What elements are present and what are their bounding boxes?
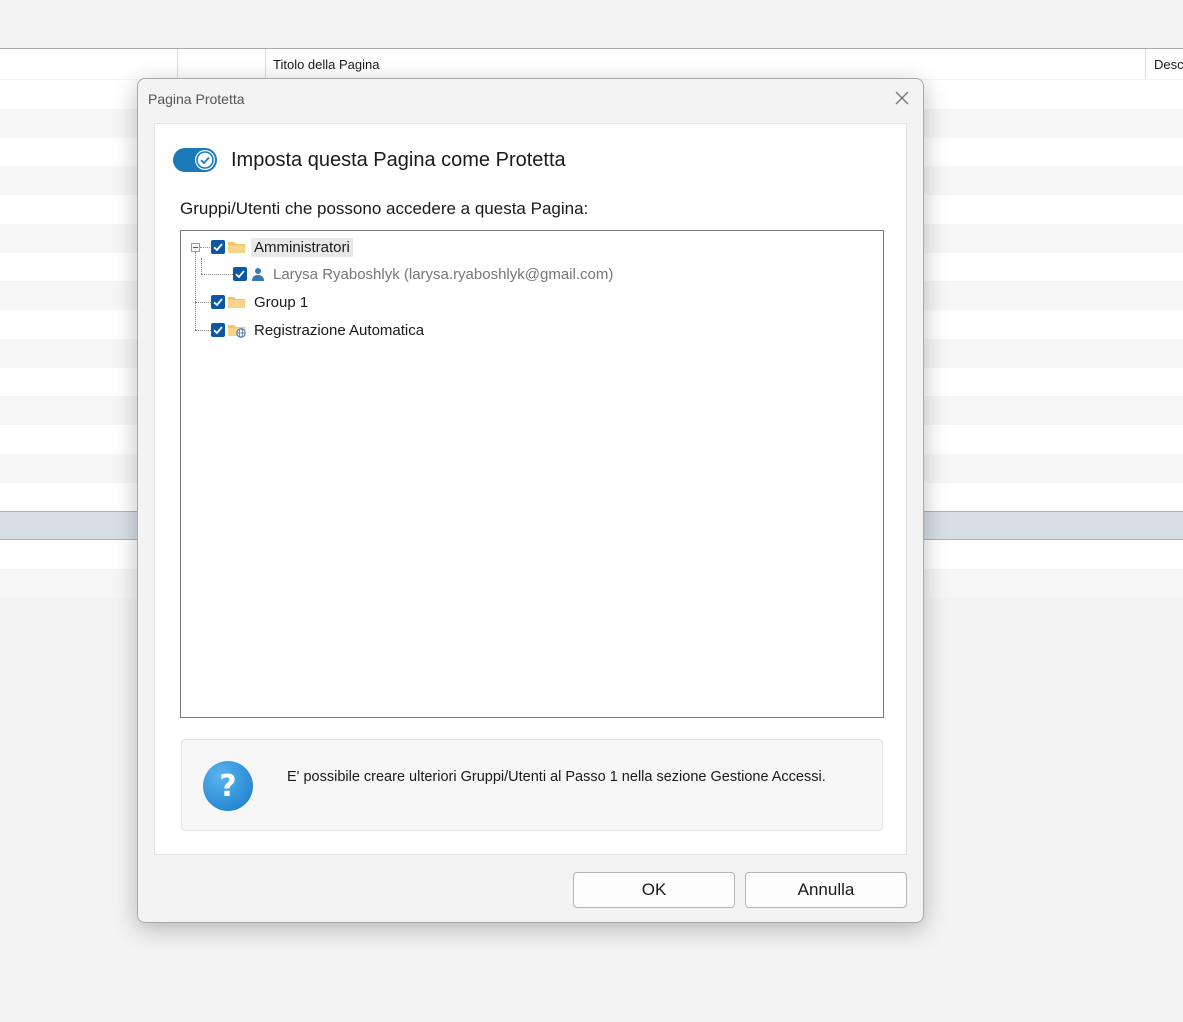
info-text: E' possibile creare ulteriori Gruppi/Ute… [287, 769, 826, 785]
protect-toggle[interactable] [173, 148, 217, 172]
user-icon [252, 268, 264, 281]
background-toolbar [0, 0, 1183, 49]
checkmark-icon [213, 326, 223, 335]
access-label: Gruppi/Utenti che possono accedere a que… [180, 199, 589, 218]
column-separator[interactable] [265, 49, 266, 79]
tree-item-label: Larysa Ryaboshlyk (larysa.ryaboshlyk@gma… [273, 265, 614, 283]
check-circle-icon [196, 151, 214, 169]
checkbox-group-1[interactable] [211, 295, 225, 309]
tree-item-label: Group 1 [254, 293, 309, 311]
tree-item-user[interactable]: Larysa Ryaboshlyk (larysa.ryaboshlyk@gma… [233, 263, 616, 285]
protect-toggle-label: Imposta questa Pagina come Protetta [231, 148, 566, 171]
checkbox-user[interactable] [233, 267, 247, 281]
column-header-description[interactable]: Desc [1154, 57, 1183, 72]
info-box: ? E' possibile creare ulteriori Gruppi/U… [181, 739, 883, 831]
close-icon [895, 91, 909, 105]
column-separator[interactable] [1145, 49, 1146, 79]
protect-toggle-row: Imposta questa Pagina come Protetta [173, 148, 566, 172]
dialog-title: Pagina Protetta [148, 91, 245, 107]
tree-item-registrazione-automatica[interactable]: Registrazione Automatica [211, 319, 427, 341]
column-header-title[interactable]: Titolo della Pagina [273, 57, 379, 72]
folder-globe-icon [228, 325, 246, 338]
checkmark-icon [213, 243, 223, 252]
ok-button[interactable]: OK [573, 872, 735, 908]
dialog-content-panel: Imposta questa Pagina come Protetta Grup… [154, 123, 907, 855]
folder-icon [228, 242, 246, 253]
toggle-knob [195, 150, 215, 170]
tree-item-amministratori[interactable]: Amministratori [211, 236, 353, 258]
checkmark-icon [213, 298, 223, 307]
close-button[interactable] [891, 87, 913, 109]
collapse-expander[interactable] [191, 243, 200, 252]
column-separator[interactable] [177, 49, 178, 79]
access-tree[interactable]: Amministratori Larysa Ryaboshlyk (larysa… [180, 230, 884, 718]
checkmark-icon [235, 270, 245, 279]
help-icon: ? [203, 761, 253, 811]
checkbox-amministratori[interactable] [211, 240, 225, 254]
protected-page-dialog: Pagina Protetta Imposta questa Pagina co… [137, 78, 924, 923]
tree-item-label: Registrazione Automatica [254, 321, 425, 339]
checkbox-registrazione-automatica[interactable] [211, 323, 225, 337]
tree-item-group-1[interactable]: Group 1 [211, 291, 311, 313]
cancel-button[interactable]: Annulla [745, 872, 907, 908]
tree-item-label: Amministratori [251, 237, 353, 257]
folder-icon [228, 297, 246, 308]
